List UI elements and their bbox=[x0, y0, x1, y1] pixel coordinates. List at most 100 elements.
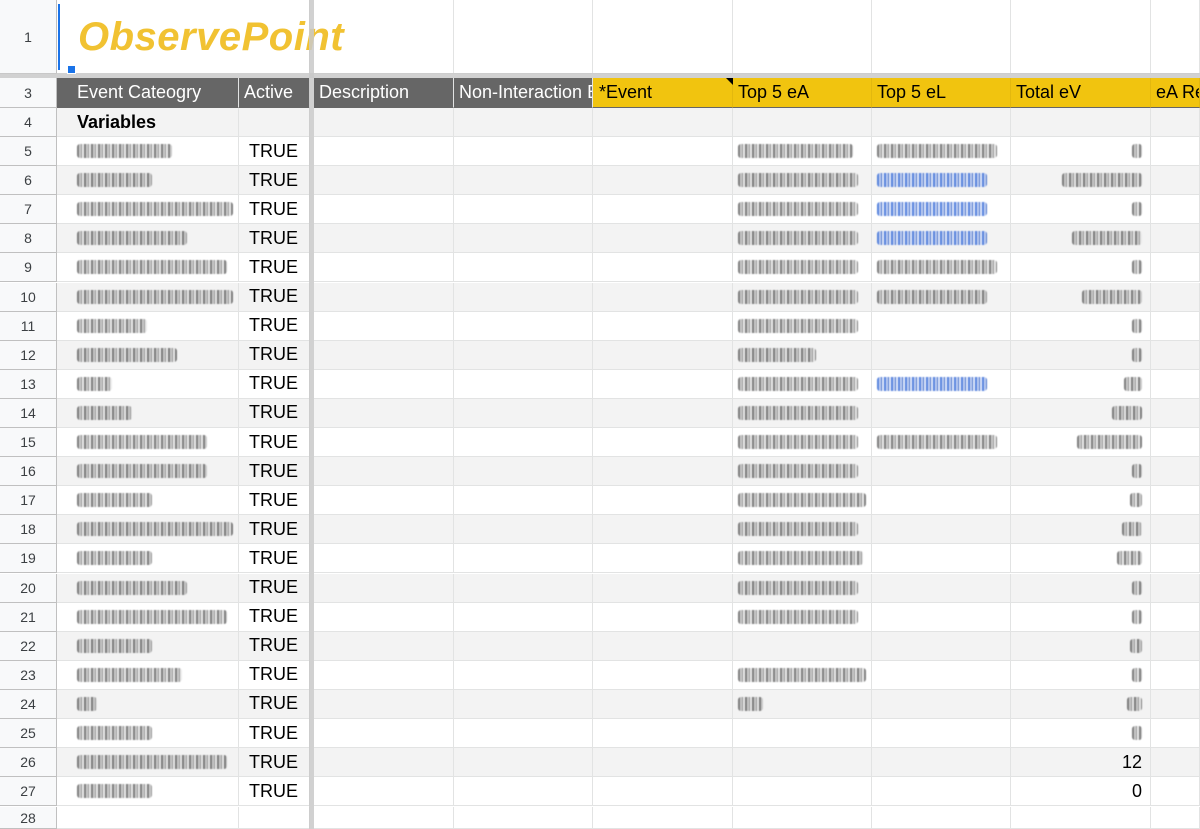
row-number[interactable]: 8 bbox=[0, 224, 57, 254]
event-cell[interactable] bbox=[593, 602, 733, 632]
active-cell[interactable]: TRUE bbox=[239, 573, 310, 603]
cell[interactable] bbox=[454, 807, 593, 829]
total-ev-cell[interactable] bbox=[1011, 166, 1151, 196]
active-cell[interactable]: TRUE bbox=[239, 224, 310, 254]
active-cell[interactable]: TRUE bbox=[239, 195, 310, 225]
cell[interactable] bbox=[733, 0, 872, 74]
ea-re-cell[interactable] bbox=[1151, 398, 1200, 428]
non-interaction-cell[interactable] bbox=[454, 166, 593, 196]
ea-re-cell[interactable] bbox=[1151, 253, 1200, 283]
row-number[interactable]: 19 bbox=[0, 544, 57, 574]
description-cell[interactable] bbox=[314, 195, 454, 225]
active-cell[interactable]: TRUE bbox=[239, 486, 310, 516]
active-cell[interactable]: TRUE bbox=[239, 340, 310, 370]
non-interaction-cell[interactable] bbox=[454, 137, 593, 166]
cell[interactable] bbox=[1151, 807, 1200, 829]
non-interaction-cell[interactable] bbox=[454, 369, 593, 399]
non-interaction-cell[interactable] bbox=[454, 631, 593, 661]
top5-ea-cell[interactable] bbox=[733, 137, 872, 166]
top5-el-cell[interactable] bbox=[872, 515, 1011, 545]
cell[interactable] bbox=[1011, 0, 1151, 74]
event-cell[interactable] bbox=[593, 428, 733, 457]
top5-ea-cell[interactable] bbox=[733, 398, 872, 428]
non-interaction-cell[interactable] bbox=[454, 457, 593, 487]
event-cell[interactable] bbox=[593, 719, 733, 748]
cell[interactable] bbox=[314, 807, 454, 829]
ea-re-cell[interactable] bbox=[1151, 224, 1200, 254]
active-cell[interactable]: TRUE bbox=[239, 689, 310, 719]
event-cell[interactable] bbox=[593, 748, 733, 778]
ea-re-cell[interactable] bbox=[1151, 137, 1200, 166]
ea-re-cell[interactable] bbox=[1151, 311, 1200, 341]
top5-ea-cell[interactable] bbox=[733, 573, 872, 603]
total-ev-cell[interactable] bbox=[1011, 428, 1151, 457]
row-number[interactable]: 15 bbox=[0, 428, 57, 457]
total-ev-cell[interactable] bbox=[1011, 457, 1151, 487]
comment-indicator-icon[interactable] bbox=[726, 78, 733, 85]
total-ev-cell[interactable] bbox=[1011, 719, 1151, 748]
row-number[interactable]: 9 bbox=[0, 253, 57, 283]
top5-ea-cell[interactable] bbox=[733, 777, 872, 807]
event-cell[interactable] bbox=[593, 224, 733, 254]
cell[interactable] bbox=[1151, 0, 1200, 74]
non-interaction-cell[interactable] bbox=[454, 195, 593, 225]
event-category-cell[interactable] bbox=[57, 457, 239, 487]
top5-ea-cell[interactable] bbox=[733, 515, 872, 545]
total-ev-cell[interactable] bbox=[1011, 544, 1151, 574]
top5-ea-cell[interactable] bbox=[733, 166, 872, 196]
event-cell[interactable] bbox=[593, 689, 733, 719]
event-cell[interactable] bbox=[593, 166, 733, 196]
top5-ea-cell[interactable] bbox=[733, 282, 872, 312]
description-cell[interactable] bbox=[314, 515, 454, 545]
total-ev-cell[interactable] bbox=[1011, 573, 1151, 603]
cell[interactable] bbox=[872, 108, 1011, 137]
active-cell[interactable]: TRUE bbox=[239, 515, 310, 545]
event-cell[interactable] bbox=[593, 137, 733, 166]
description-cell[interactable] bbox=[314, 719, 454, 748]
active-cell[interactable]: TRUE bbox=[239, 253, 310, 283]
frozen-column-divider[interactable] bbox=[309, 0, 314, 829]
cell[interactable] bbox=[593, 807, 733, 829]
ea-re-cell[interactable] bbox=[1151, 166, 1200, 196]
event-category-cell[interactable] bbox=[57, 777, 239, 807]
event-category-cell[interactable] bbox=[57, 369, 239, 399]
event-cell[interactable] bbox=[593, 573, 733, 603]
top5-ea-cell[interactable] bbox=[733, 544, 872, 574]
description-cell[interactable] bbox=[314, 224, 454, 254]
row-number[interactable]: 22 bbox=[0, 631, 57, 661]
event-category-cell[interactable] bbox=[57, 515, 239, 545]
top5-el-cell[interactable] bbox=[872, 748, 1011, 778]
event-cell[interactable] bbox=[593, 369, 733, 399]
ea-re-cell[interactable] bbox=[1151, 544, 1200, 574]
header-active[interactable]: Active bbox=[239, 78, 310, 108]
top5-el-cell[interactable] bbox=[872, 602, 1011, 632]
event-category-cell[interactable] bbox=[57, 660, 239, 690]
event-cell[interactable] bbox=[593, 631, 733, 661]
ea-re-cell[interactable] bbox=[1151, 631, 1200, 661]
top5-el-cell[interactable] bbox=[872, 660, 1011, 690]
description-cell[interactable] bbox=[314, 573, 454, 603]
description-cell[interactable] bbox=[314, 486, 454, 516]
top5-ea-cell[interactable] bbox=[733, 311, 872, 341]
top5-el-cell[interactable] bbox=[872, 166, 1011, 196]
top5-el-cell[interactable] bbox=[872, 544, 1011, 574]
top5-ea-cell[interactable] bbox=[733, 428, 872, 457]
non-interaction-cell[interactable] bbox=[454, 748, 593, 778]
event-category-cell[interactable] bbox=[57, 748, 239, 778]
cell[interactable] bbox=[593, 0, 733, 74]
event-category-cell[interactable] bbox=[57, 253, 239, 283]
total-ev-cell[interactable] bbox=[1011, 137, 1151, 166]
total-ev-cell[interactable] bbox=[1011, 486, 1151, 516]
ea-re-cell[interactable] bbox=[1151, 719, 1200, 748]
event-cell[interactable] bbox=[593, 457, 733, 487]
event-category-cell[interactable] bbox=[57, 137, 239, 166]
non-interaction-cell[interactable] bbox=[454, 544, 593, 574]
row-number[interactable]: 26 bbox=[0, 748, 57, 778]
total-ev-cell[interactable] bbox=[1011, 602, 1151, 632]
ea-re-cell[interactable] bbox=[1151, 660, 1200, 690]
row-number[interactable]: 6 bbox=[0, 166, 57, 196]
ea-re-cell[interactable] bbox=[1151, 369, 1200, 399]
event-category-cell[interactable] bbox=[57, 602, 239, 632]
event-category-cell[interactable] bbox=[57, 631, 239, 661]
cell[interactable] bbox=[733, 807, 872, 829]
